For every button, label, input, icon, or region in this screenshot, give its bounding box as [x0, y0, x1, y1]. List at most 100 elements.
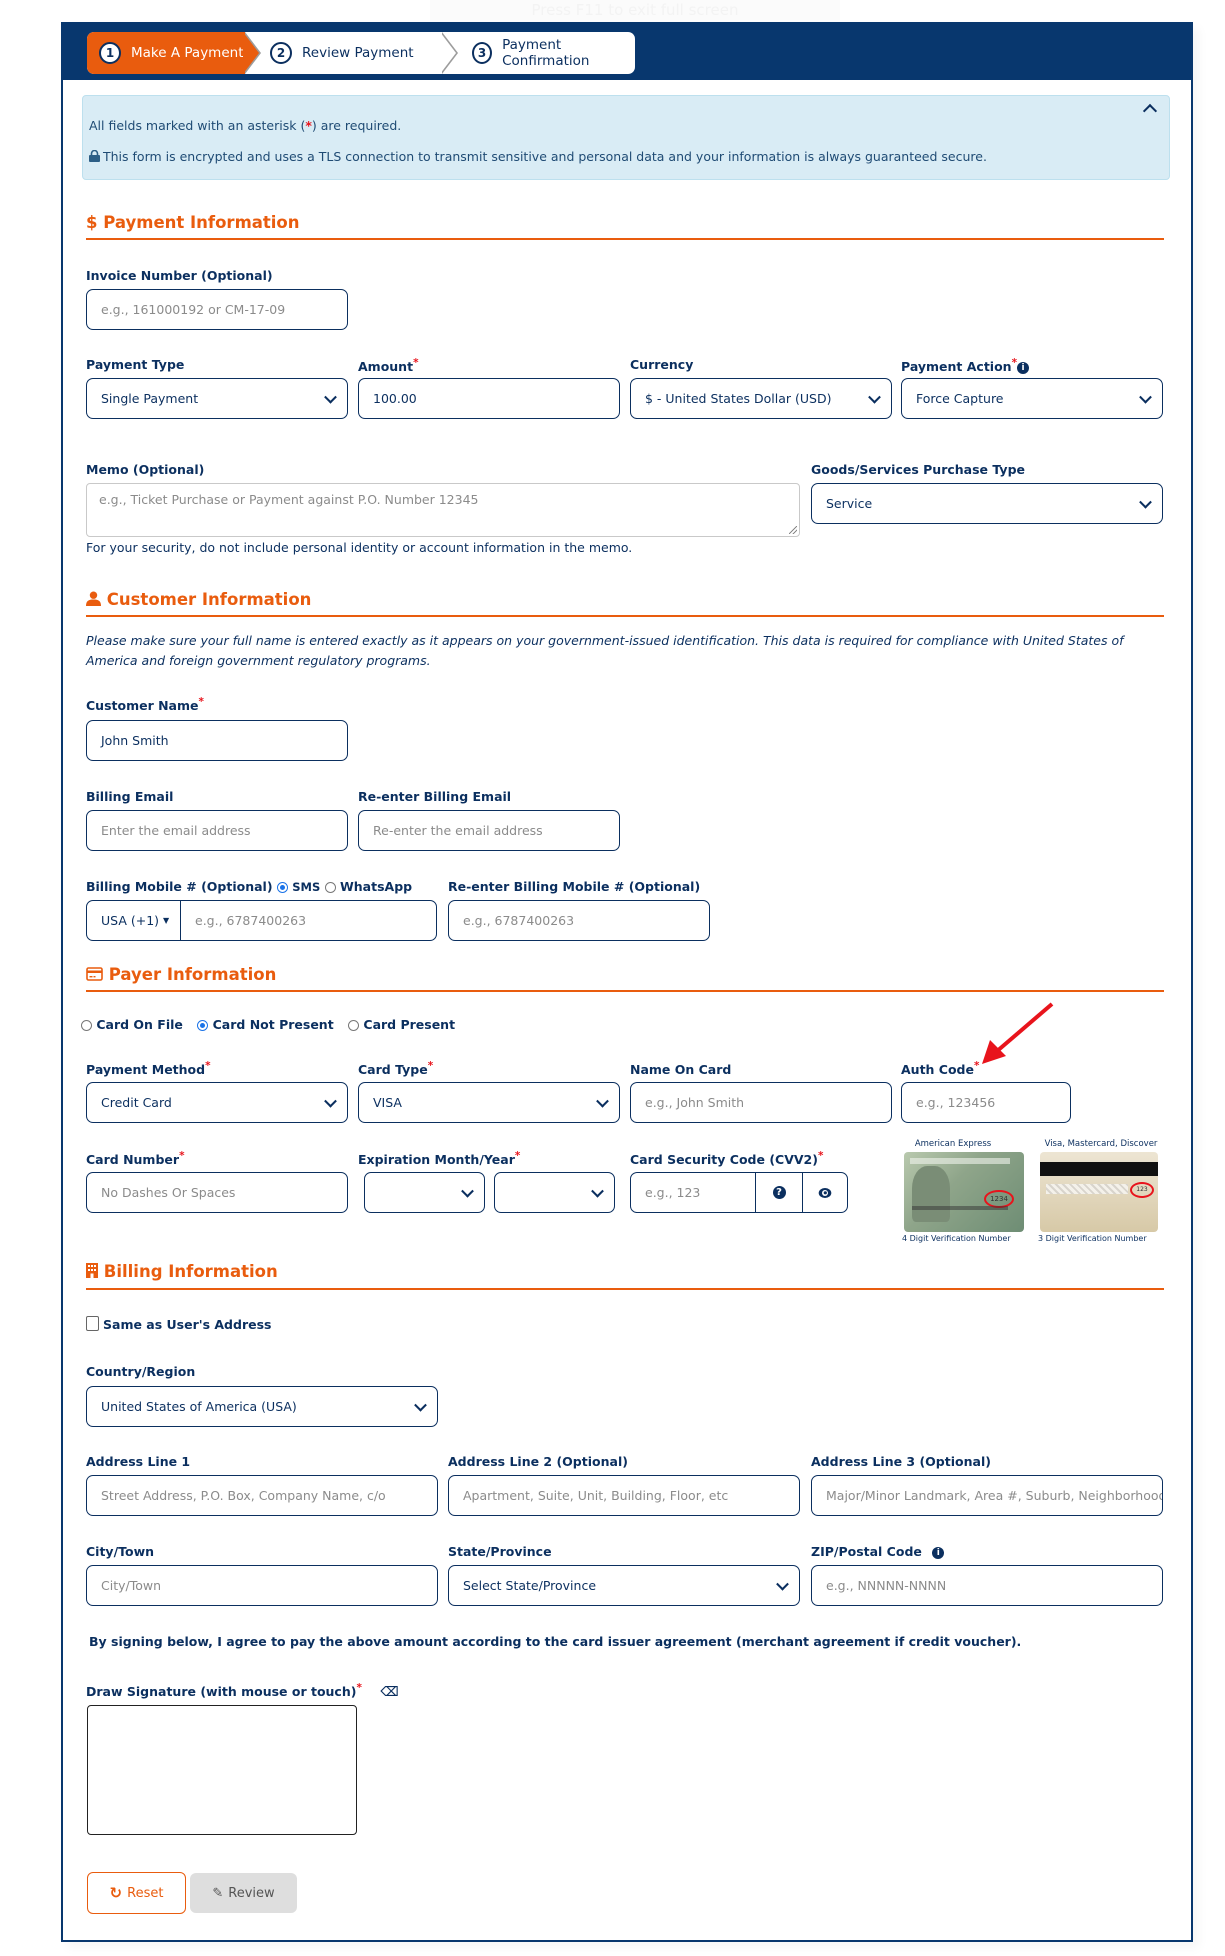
- step-review-payment[interactable]: 2 Review Payment: [270, 32, 430, 74]
- payment-method-label: Payment Method*: [86, 1060, 211, 1078]
- reset-button[interactable]: ↻ Reset: [87, 1872, 186, 1914]
- cvv-help-button[interactable]: ?: [755, 1173, 802, 1212]
- city-label: City/Town: [86, 1544, 155, 1559]
- amount-label: Amount*: [358, 357, 419, 375]
- sms-radio[interactable]: [276, 882, 288, 893]
- invoice-number-input[interactable]: e.g., 161000192 or CM-17-09: [86, 289, 348, 330]
- dollar-icon: $: [86, 213, 98, 232]
- memo-note: For your security, do not include person…: [86, 540, 633, 555]
- customer-name-input[interactable]: John Smith: [86, 720, 348, 761]
- review-button[interactable]: ✎ Review: [190, 1873, 297, 1913]
- cvv-show-button[interactable]: [802, 1173, 847, 1212]
- state-select[interactable]: Select State/Province: [448, 1565, 800, 1606]
- signature-pad[interactable]: [87, 1705, 357, 1835]
- payment-type-select[interactable]: Single Payment: [86, 378, 348, 419]
- zip-label: ZIP/Postal Code i: [811, 1544, 945, 1559]
- card-on-file-radio[interactable]: [81, 1020, 92, 1031]
- expiration-label: Expiration Month/Year*: [358, 1150, 521, 1168]
- caret-down-icon: ▼: [163, 916, 170, 925]
- step-label: Make A Payment: [131, 45, 244, 61]
- auth-code-label: Auth Code*: [901, 1060, 980, 1078]
- billing-email-confirm-label: Re-enter Billing Email: [358, 789, 512, 804]
- address2-input[interactable]: Apartment, Suite, Unit, Building, Floor,…: [448, 1475, 800, 1516]
- expiration-year-select[interactable]: [494, 1172, 615, 1213]
- billing-email-confirm-input[interactable]: Re-enter the email address: [358, 810, 620, 851]
- address1-input[interactable]: Street Address, P.O. Box, Company Name, …: [86, 1475, 438, 1516]
- payment-method-select[interactable]: Credit Card: [86, 1082, 348, 1123]
- payment-action-label: Payment Action* i: [901, 357, 1030, 375]
- section-divider: [86, 1288, 1164, 1290]
- security-notice: All fields marked with an asterisk (*) a…: [82, 95, 1170, 180]
- section-title-payment: $ Payment Information: [86, 213, 300, 232]
- zip-input[interactable]: e.g., NNNNN-NNNN: [811, 1565, 1163, 1606]
- info-icon[interactable]: i: [932, 1547, 945, 1559]
- customer-name-note: Please make sure your full name is enter…: [86, 633, 1124, 668]
- building-icon: [86, 1263, 98, 1278]
- country-code-dropdown[interactable]: USA (+1) ▼: [87, 901, 181, 940]
- auth-code-input[interactable]: e.g., 123456: [901, 1082, 1071, 1123]
- whatsapp-radio[interactable]: [324, 882, 336, 893]
- amex-title: American Express: [914, 1139, 992, 1149]
- step-make-payment[interactable]: 1 Make A Payment: [87, 32, 245, 74]
- card-type-label: Card Type*: [358, 1060, 434, 1078]
- refresh-icon: ↻: [109, 1884, 123, 1902]
- required-asterisk: *: [198, 696, 204, 708]
- country-select[interactable]: United States of America (USA): [86, 1386, 438, 1427]
- visa-card-image: 123: [1040, 1152, 1158, 1232]
- cvv-input[interactable]: e.g., 123: [631, 1185, 755, 1200]
- card-not-present-radio[interactable]: [197, 1020, 209, 1031]
- chevron-down-icon: [596, 1094, 609, 1108]
- same-as-user-checkbox-row[interactable]: Same as User's Address: [86, 1316, 271, 1332]
- section-divider: [86, 238, 1164, 240]
- step-payment-confirmation[interactable]: 3 Payment Confirmation: [472, 32, 635, 74]
- encryption-note: This form is encrypted and uses a TLS co…: [89, 149, 987, 164]
- billing-mobile-confirm-input[interactable]: e.g., 6787400263: [448, 900, 710, 941]
- state-label: State/Province: [448, 1544, 552, 1559]
- eraser-icon[interactable]: ⌫: [380, 1685, 398, 1700]
- chevron-down-icon: [324, 390, 337, 404]
- card-present-radio[interactable]: [348, 1020, 360, 1031]
- step-separator: [243, 32, 259, 74]
- currency-label: Currency: [630, 357, 694, 372]
- address2-label: Address Line 2 (Optional): [448, 1454, 628, 1469]
- card-type-select[interactable]: VISA: [358, 1082, 620, 1123]
- question-icon: ?: [772, 1186, 786, 1199]
- info-icon[interactable]: i: [1017, 362, 1030, 375]
- name-on-card-input[interactable]: e.g., John Smith: [630, 1082, 892, 1123]
- pencil-icon: ✎: [212, 1885, 224, 1901]
- chevron-down-icon: [414, 1398, 427, 1412]
- city-input[interactable]: City/Town: [86, 1565, 438, 1606]
- billing-email-input[interactable]: Enter the email address: [86, 810, 348, 851]
- required-asterisk: *: [817, 1150, 824, 1162]
- cvv-label: Card Security Code (CVV2)*: [630, 1150, 824, 1168]
- required-asterisk: *: [356, 1682, 362, 1694]
- billing-mobile-input[interactable]: e.g., 6787400263: [181, 913, 306, 928]
- chevron-down-icon: [324, 1094, 337, 1108]
- chevron-down-icon: [776, 1577, 789, 1591]
- payment-action-select[interactable]: Force Capture: [901, 378, 1163, 419]
- eye-icon: [818, 1187, 832, 1198]
- same-as-user-checkbox[interactable]: [86, 1316, 99, 1331]
- resize-handle-icon[interactable]: [789, 526, 797, 534]
- card-number-input[interactable]: No Dashes Or Spaces: [86, 1172, 348, 1213]
- required-asterisk: *: [179, 1150, 185, 1162]
- purchase-type-label: Goods/Services Purchase Type: [811, 462, 1026, 477]
- user-icon: [86, 591, 101, 606]
- purchase-type-select[interactable]: Service: [811, 483, 1163, 524]
- required-asterisk: *: [413, 357, 419, 369]
- required-asterisk: *: [427, 1060, 434, 1072]
- collapse-icon[interactable]: [1142, 103, 1158, 119]
- agreement-text: By signing below, I agree to pay the abo…: [89, 1634, 1022, 1649]
- chevron-down-icon: [461, 1184, 474, 1198]
- card-mode-radios: Card On File Card Not Present Card Prese…: [81, 1017, 455, 1032]
- amount-input[interactable]: 100.00: [358, 378, 620, 419]
- memo-textarea[interactable]: e.g., Ticket Purchase or Payment against…: [86, 483, 800, 537]
- expiration-month-select[interactable]: [364, 1172, 485, 1213]
- visa-caption: 3 Digit Verification Number: [1038, 1234, 1147, 1243]
- chevron-down-icon: [1139, 390, 1152, 404]
- customer-name-label: Customer Name*: [86, 696, 204, 714]
- billing-mobile-confirm-label: Re-enter Billing Mobile # (Optional): [448, 879, 701, 894]
- address3-input[interactable]: Major/Minor Landmark, Area #, Suburb, Ne…: [811, 1475, 1163, 1516]
- currency-select[interactable]: $ - United States Dollar (USD): [630, 378, 892, 419]
- step-label: Payment Confirmation: [502, 37, 590, 69]
